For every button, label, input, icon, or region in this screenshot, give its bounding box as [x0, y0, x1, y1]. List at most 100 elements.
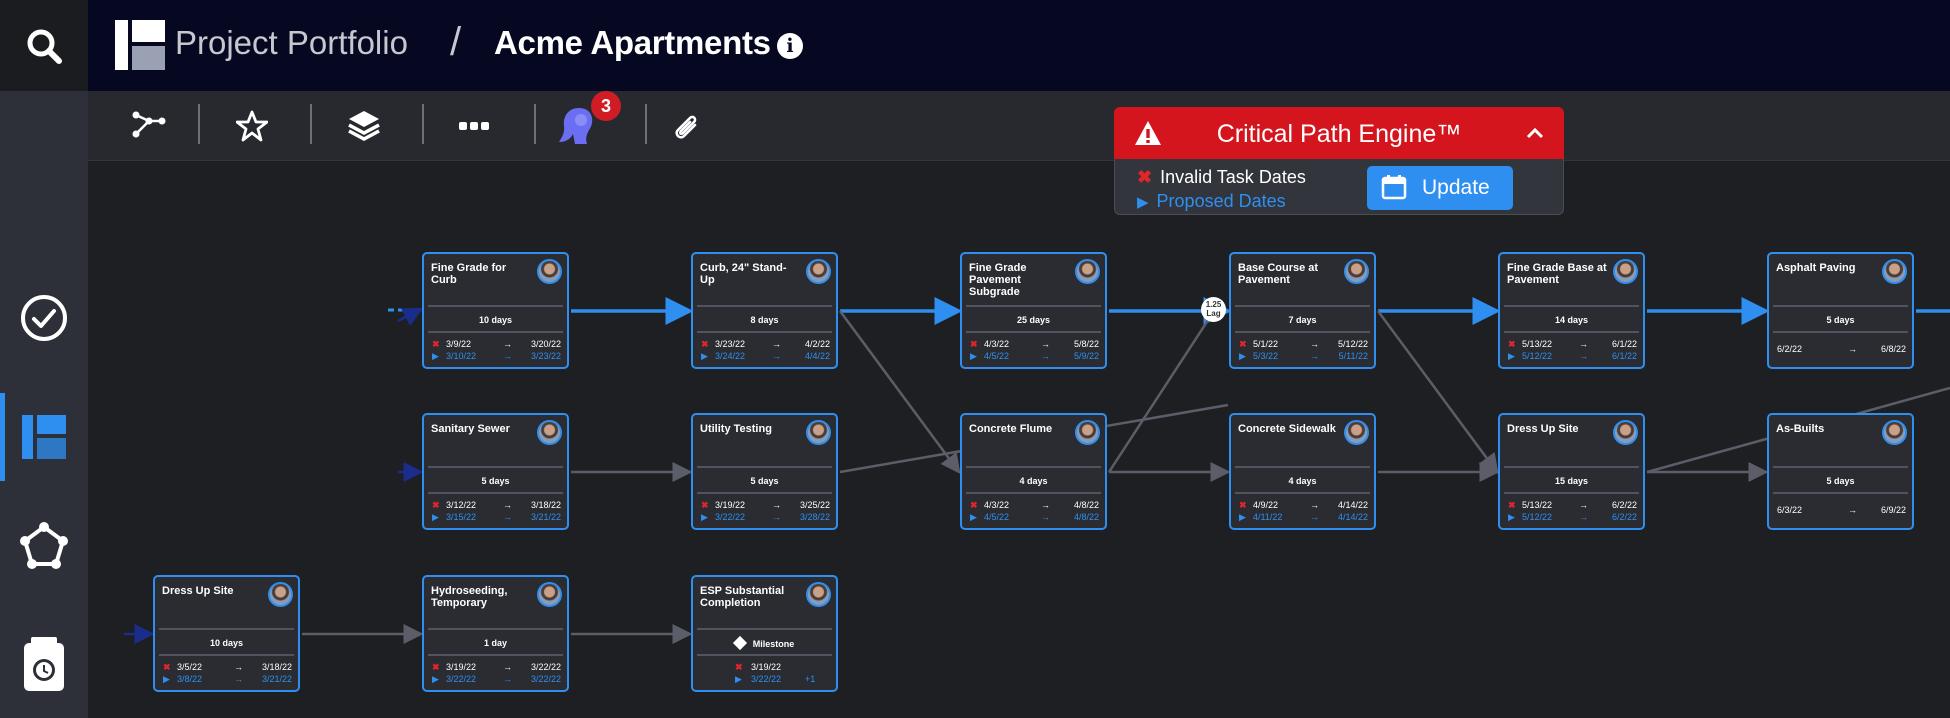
invalid-marker-icon: ✖ — [432, 339, 440, 349]
update-button[interactable]: Update — [1367, 166, 1513, 210]
assignee-avatar[interactable] — [806, 259, 831, 284]
task-card[interactable]: Sanitary Sewer 5 days ✖ 3/12/22 → 3/18/22 ▶ 3/1… — [422, 413, 569, 530]
task-current-dates: ✖ 3/19/22 — [701, 662, 830, 673]
task-card[interactable]: Dress Up Site 10 days ✖ 3/5/22 → 3/18/22 ▶ 3/8/… — [153, 575, 300, 692]
proposed-marker-icon: ▶ — [1239, 351, 1246, 361]
info-icon[interactable]: i — [777, 33, 803, 59]
assignee-avatar[interactable] — [1075, 420, 1100, 445]
critical-path-header[interactable]: Critical Path Engine™ — [1114, 107, 1564, 159]
assignee-avatar[interactable] — [268, 582, 293, 607]
assignee-avatar[interactable] — [537, 582, 562, 607]
divider — [428, 466, 563, 468]
task-proposed-end: 4/4/22 — [804, 351, 830, 361]
task-current-dates: ✖ 3/19/22 → 3/22/22 — [432, 662, 561, 673]
assignee-avatar[interactable] — [806, 582, 831, 607]
legend-proposed: ▶ Proposed Dates — [1137, 191, 1286, 212]
divider — [1773, 492, 1908, 494]
divider — [1504, 492, 1639, 494]
task-end-date: 4/14/22 — [1337, 500, 1368, 510]
divider — [697, 305, 832, 307]
invalid-marker-icon: ✖ — [735, 662, 743, 672]
task-start-date: 5/13/22 — [1522, 500, 1553, 510]
task-duration: 5 days — [1826, 315, 1855, 325]
assignee-avatar[interactable] — [1882, 420, 1907, 445]
task-proposed-start: 4/5/22 — [984, 512, 1010, 522]
layers-button[interactable] — [341, 103, 387, 149]
task-name: Asphalt Paving — [1776, 262, 1856, 274]
task-proposed-start: 3/22/22 — [446, 674, 477, 684]
divider — [1235, 331, 1370, 333]
divider — [1504, 305, 1639, 307]
task-name: Dress Up Site — [162, 585, 234, 597]
critical-path-title: Critical Path Engine™ — [1216, 120, 1462, 148]
task-card[interactable]: Asphalt Paving 5 days 6/2/22 → 6/8/22 — [1767, 252, 1914, 369]
schedule-board-icon — [22, 415, 66, 459]
sidebar-item-reports[interactable] — [0, 620, 88, 708]
more-options-button[interactable] — [451, 103, 497, 149]
task-card[interactable]: As-Builts 5 days 6/3/22 → 6/9/22 — [1767, 413, 1914, 530]
arrow-icon: → — [1848, 344, 1857, 354]
task-card[interactable]: Concrete Sidewalk 4 days ✖ 4/9/22 → 4/14/22 ▶ 4… — [1229, 413, 1376, 530]
critical-path-button[interactable] — [126, 103, 172, 149]
sidebar-item-network[interactable] — [0, 502, 88, 590]
task-card[interactable]: Base Course at Pavement 7 days ✖ 5/1/22 → 5/1… — [1229, 252, 1376, 369]
task-card[interactable]: Fine Grade for Curb 10 days ✖ 3/9/22 → 3/20/2… — [422, 252, 569, 369]
app-root: Project Portfolio / Acme Apartments i 3 … — [0, 0, 1950, 718]
task-card[interactable]: Hydroseeding, Temporary 1 day ✖ 3/19/22 → 3/2… — [422, 575, 569, 692]
divider — [697, 331, 832, 333]
task-card[interactable]: Fine Grade Pavement Subgrade 25 days ✖ 4/3/… — [960, 252, 1107, 369]
invalid-marker-icon: ✖ — [970, 500, 978, 510]
task-proposed-dates: ▶ 3/22/22 → 3/28/22 — [701, 512, 830, 523]
proposed-marker-icon: ▶ — [432, 512, 439, 522]
assignee-avatar[interactable] — [1613, 420, 1638, 445]
invalid-marker-icon: ✖ — [701, 339, 709, 349]
arrow-icon: → — [503, 662, 512, 672]
divider — [697, 466, 832, 468]
lag-label: 1.25 Lag — [1201, 297, 1226, 322]
task-proposed-start: 3/22/22 — [751, 674, 782, 684]
task-card[interactable]: Concrete Flume 4 days ✖ 4/3/22 → 4/8/22 ▶ 4/5/2… — [960, 413, 1107, 530]
task-start-date: 5/1/22 — [1253, 339, 1279, 349]
task-proposed-dates: ▶ 5/12/22 → 6/2/22 — [1508, 512, 1637, 523]
assignee-avatar[interactable] — [537, 420, 562, 445]
task-card[interactable]: Utility Testing 5 days ✖ 3/19/22 → 3/25/22 ▶ 3/… — [691, 413, 838, 530]
attachments-button[interactable] — [663, 103, 709, 149]
update-label: Update — [1422, 176, 1490, 199]
assignee-avatar[interactable] — [1075, 259, 1100, 284]
task-duration: 8 days — [750, 315, 779, 325]
assignee-avatar[interactable] — [1344, 420, 1369, 445]
assignee-avatar[interactable] — [537, 259, 562, 284]
assignee-avatar[interactable] — [806, 420, 831, 445]
assignee-avatar[interactable] — [1344, 259, 1369, 284]
task-duration: 15 days — [1554, 476, 1589, 486]
task-name: Curb, 24" Stand-Up — [700, 262, 787, 286]
task-end-date: 6/2/22 — [1611, 500, 1637, 510]
task-card[interactable]: Dress Up Site 15 days ✖ 5/13/22 → 6/2/22 ▶ 5/12… — [1498, 413, 1645, 530]
task-proposed-dates: ▶ 3/10/22 → 3/23/22 — [432, 351, 561, 362]
sidebar-item-schedule[interactable] — [0, 393, 88, 481]
task-end-date: 6/1/22 — [1611, 339, 1637, 349]
breadcrumb-separator: / — [450, 20, 462, 64]
favorite-button[interactable] — [229, 103, 275, 149]
search-button[interactable] — [0, 0, 88, 91]
proposed-marker-icon: ▶ — [1508, 351, 1515, 361]
divider — [159, 654, 294, 656]
task-duration: 5 days — [1826, 476, 1855, 486]
sidebar-item-tasks[interactable] — [0, 274, 88, 362]
divider — [428, 628, 563, 630]
task-dates: 6/2/22 → 6/8/22 — [1777, 344, 1906, 355]
toolbar — [88, 91, 1950, 161]
task-card[interactable]: ESP Substantial Completion Milestone ✖ 3/19… — [691, 575, 838, 692]
task-proposed-dates: ▶ 4/5/22 → 4/8/22 — [970, 512, 1099, 523]
assignee-avatar[interactable] — [1613, 259, 1638, 284]
task-name: As-Builts — [1776, 423, 1825, 435]
task-proposed-end: 3/28/22 — [799, 512, 830, 522]
chevron-up-icon[interactable] — [1526, 127, 1544, 139]
task-proposed-start: 3/22/22 — [715, 512, 746, 522]
task-duration: 7 days — [1288, 315, 1317, 325]
breadcrumb-project-portfolio[interactable]: Project Portfolio — [175, 24, 408, 62]
task-card[interactable]: Fine Grade Base at Pavement 14 days ✖ 5/13/… — [1498, 252, 1645, 369]
assignee-avatar[interactable] — [1882, 259, 1907, 284]
task-card[interactable]: Curb, 24" Stand-Up 8 days ✖ 3/23/22 → 4/2/22 ▶… — [691, 252, 838, 369]
task-proposed-dates: ▶ 3/22/22 → 3/22/22 — [432, 674, 561, 685]
